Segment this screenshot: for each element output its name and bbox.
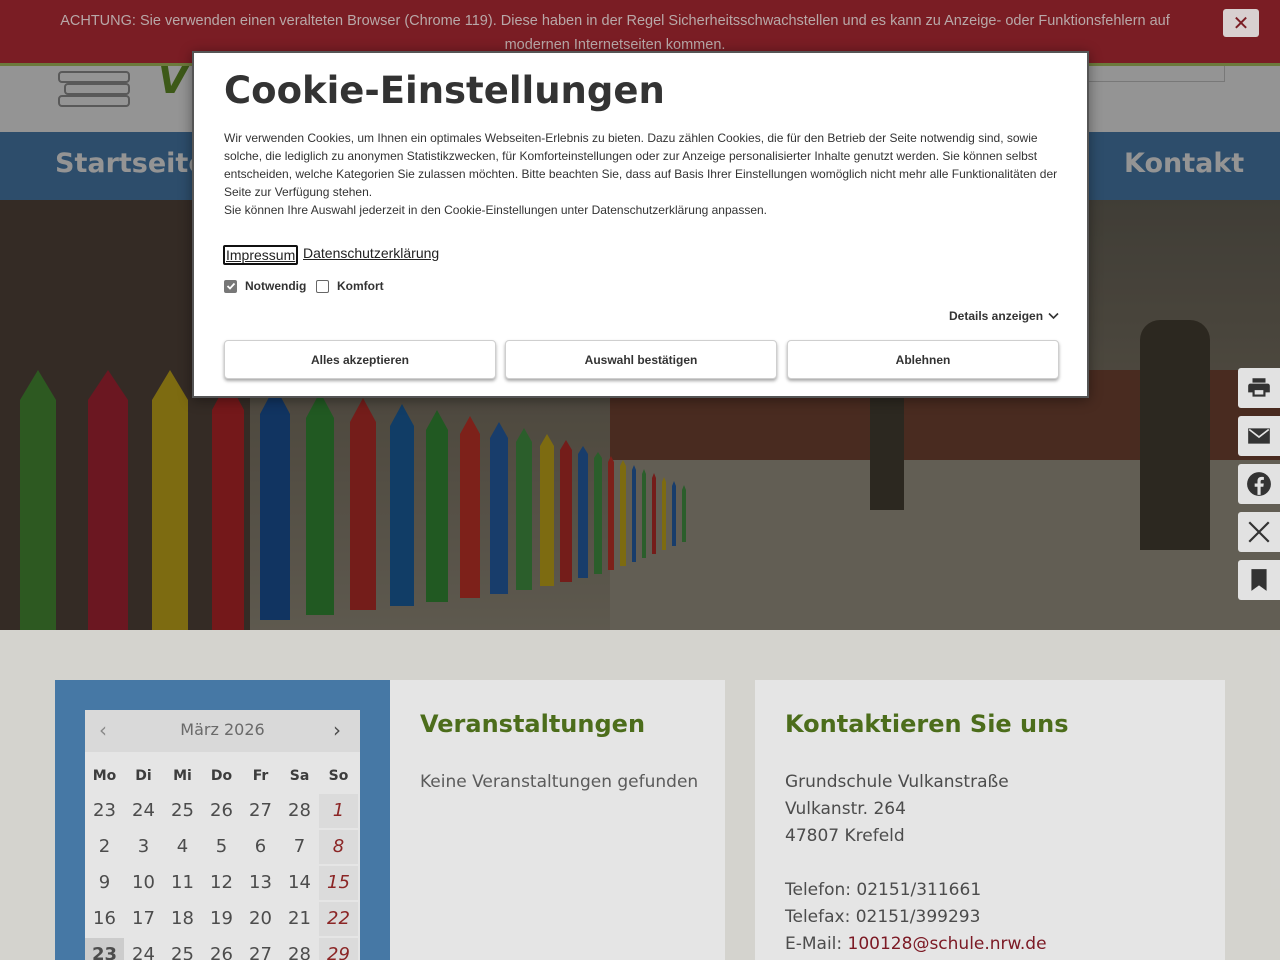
cookie-title: Cookie-Einstellungen [224,69,665,112]
cookie-description: Wir verwenden Cookies, um Ihnen ein opti… [224,129,1064,219]
checkbox-komfort-label: Komfort [337,279,384,293]
details-toggle[interactable]: Details anzeigen [949,309,1059,323]
print-button[interactable] [1238,368,1280,408]
accept-all-button[interactable]: Alles akzeptieren [224,340,496,379]
decline-button[interactable]: Ablehnen [787,340,1059,379]
warning-text: ACHTUNG: Sie verwenden einen veralteten … [60,13,1170,53]
impressum-link[interactable]: Impressum [223,245,299,265]
print-icon [1248,378,1270,397]
confirm-selection-button[interactable]: Auswahl bestätigen [505,340,777,379]
mail-icon [1248,428,1270,444]
checkbox-komfort[interactable]: Komfort [316,279,384,293]
content-dim-overlay [0,630,1280,960]
chevron-down-icon [1048,312,1059,320]
datenschutz-link[interactable]: Datenschutzerklärung [303,245,439,261]
warning-close-button[interactable]: ✕ [1223,9,1259,37]
mail-share-button[interactable] [1238,416,1280,456]
x-share-button[interactable] [1238,512,1280,552]
cookie-description-paragraph: Wir verwenden Cookies, um Ihnen ein opti… [224,131,1058,199]
facebook-share-button[interactable] [1238,464,1280,504]
facebook-icon [1247,472,1271,496]
x-icon [1248,521,1270,543]
cookie-description-note: Sie können Ihre Auswahl jederzeit in den… [224,203,768,217]
checkbox-notwendig-label: Notwendig [245,279,307,293]
checkbox-notwendig[interactable]: Notwendig [224,279,306,293]
checkbox-checked-icon[interactable] [224,279,237,293]
details-toggle-label: Details anzeigen [949,309,1044,323]
cookie-settings-dialog: Cookie-Einstellungen Wir verwenden Cooki… [192,51,1089,398]
checkbox-unchecked-icon[interactable] [316,279,329,293]
bookmark-icon [1251,569,1267,591]
bookmark-button[interactable] [1238,560,1280,600]
